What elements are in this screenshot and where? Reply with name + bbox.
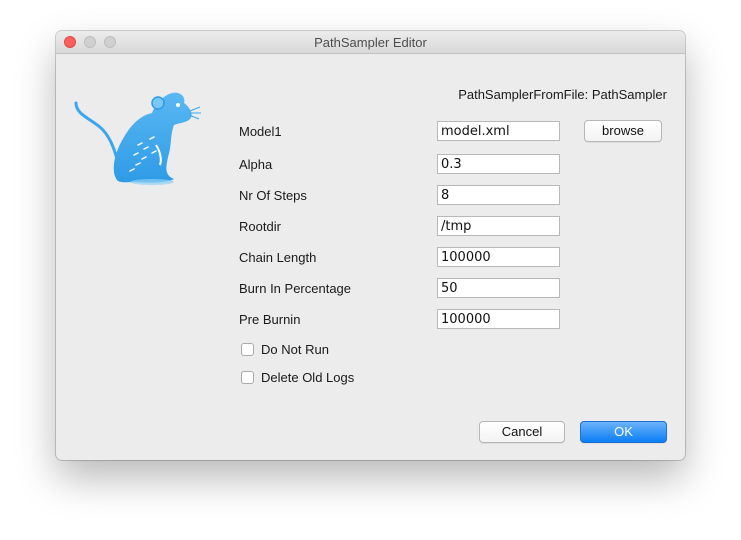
model1-label: Model1 — [239, 124, 282, 139]
cancel-button[interactable]: Cancel — [479, 421, 565, 443]
pre-burnin-input[interactable] — [437, 309, 560, 329]
class-name-label: PathSamplerFromFile: PathSampler — [458, 87, 667, 102]
title-bar[interactable]: PathSampler Editor — [56, 31, 685, 54]
nr-of-steps-label: Nr Of Steps — [239, 188, 307, 203]
dialog-window: PathSampler Editor PathSamplerFromFile: … — [56, 31, 685, 460]
alpha-input[interactable] — [437, 154, 560, 174]
delete-old-logs-checkbox[interactable] — [241, 371, 254, 384]
do-not-run-checkbox[interactable] — [241, 343, 254, 356]
burn-in-percentage-input[interactable] — [437, 278, 560, 298]
browse-button[interactable]: browse — [584, 120, 662, 142]
nr-of-steps-input[interactable] — [437, 185, 560, 205]
chain-length-input[interactable] — [437, 247, 560, 267]
rootdir-label: Rootdir — [239, 219, 281, 234]
mouse-logo-icon — [74, 92, 201, 185]
burn-in-percentage-label: Burn In Percentage — [239, 281, 352, 296]
do-not-run-label: Do Not Run — [261, 342, 329, 357]
rootdir-input[interactable] — [437, 216, 560, 236]
model1-input[interactable] — [437, 121, 560, 141]
chain-length-label: Chain Length — [239, 250, 317, 265]
delete-old-logs-label: Delete Old Logs — [261, 370, 355, 385]
ok-button[interactable]: OK — [580, 421, 667, 443]
window-title: PathSampler Editor — [314, 35, 427, 50]
alpha-label: Alpha — [239, 157, 273, 172]
pre-burnin-label: Pre Burnin — [239, 312, 301, 327]
